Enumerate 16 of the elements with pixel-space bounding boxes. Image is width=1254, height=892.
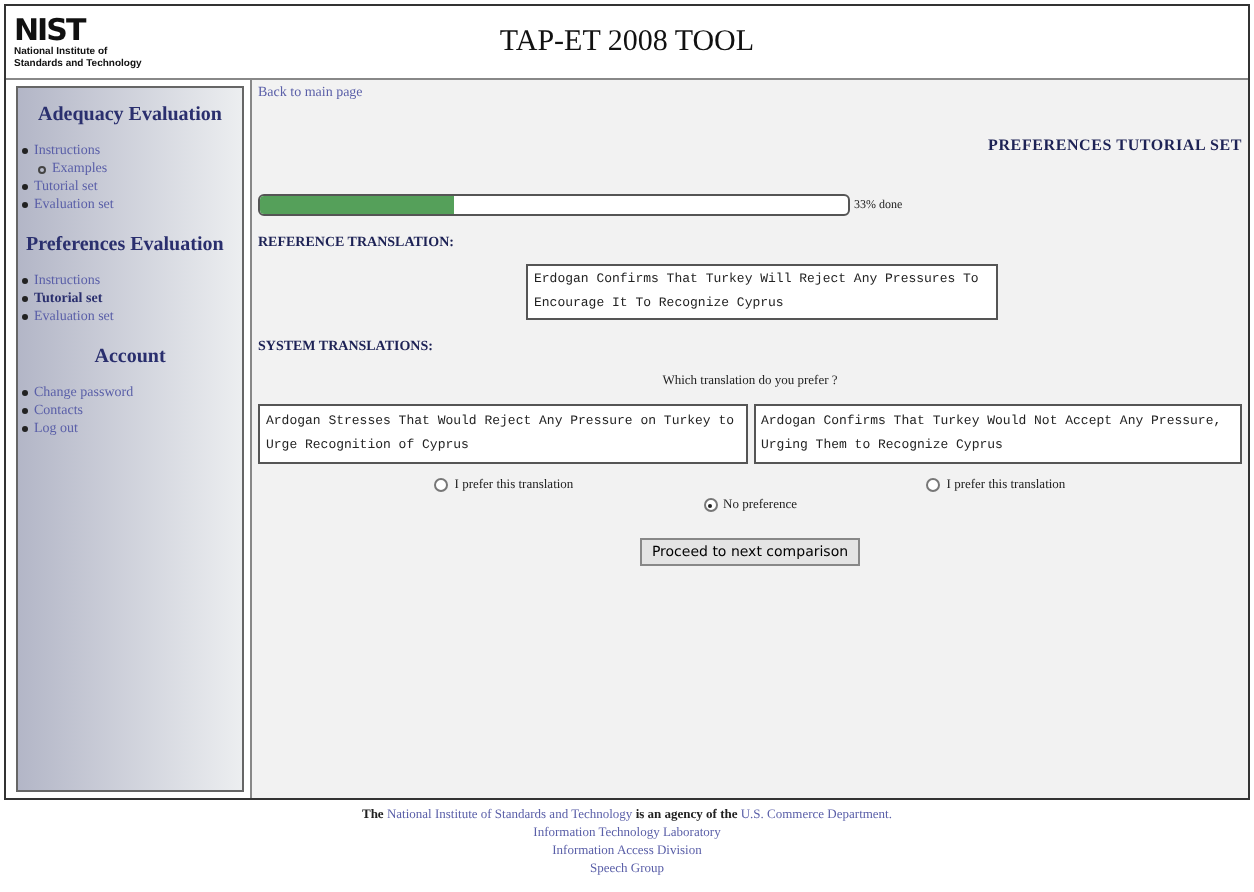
bullet-icon (22, 408, 28, 414)
bullet-icon (22, 278, 28, 284)
bullet-icon (22, 426, 28, 432)
section-heading: PREFERENCES TUTORIAL SET (988, 136, 1242, 154)
page-title: TAP-ET 2008 TOOL (497, 25, 757, 59)
bullet-icon (22, 314, 28, 320)
bullet-icon (22, 390, 28, 396)
bullet-icon (22, 296, 28, 302)
sidebar-heading: Preferences Evaluation (24, 234, 226, 256)
sidebar-heading: Account (92, 346, 168, 368)
bullet-icon (22, 202, 28, 208)
logo-mark: NIST (14, 15, 85, 45)
bullet-icon (38, 165, 46, 173)
bullet-icon (22, 184, 28, 190)
bullet-icon (22, 148, 28, 154)
sidebar-heading: Adequacy Evaluation (36, 104, 224, 126)
